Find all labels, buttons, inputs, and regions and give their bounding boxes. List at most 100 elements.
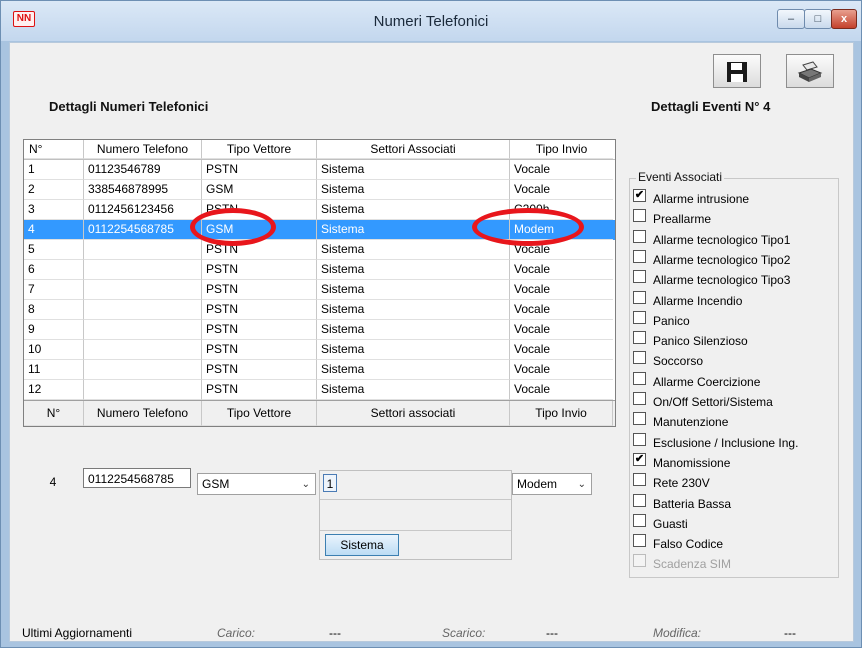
checkbox[interactable]: [633, 230, 646, 243]
col-header-invio[interactable]: Tipo Invio: [510, 140, 613, 159]
checkbox[interactable]: [633, 514, 646, 527]
cell-settori[interactable]: Sistema: [317, 160, 510, 180]
cell-invio[interactable]: Vocale: [510, 320, 613, 340]
cell-settori[interactable]: Sistema: [317, 240, 510, 260]
cell-number[interactable]: 7: [24, 280, 84, 300]
checkbox[interactable]: ✔: [633, 453, 646, 466]
cell-invio[interactable]: Vocale: [510, 180, 613, 200]
cell-invio[interactable]: Vocale: [510, 300, 613, 320]
title-bar[interactable]: NN Numeri Telefonici – □ x: [1, 1, 861, 41]
scarico-label: Scarico:: [442, 626, 486, 640]
checkbox[interactable]: [633, 392, 646, 405]
checkbox[interactable]: [633, 209, 646, 222]
cell-phone[interactable]: [84, 360, 202, 380]
cell-settori[interactable]: Sistema: [317, 300, 510, 320]
cell-settori[interactable]: Sistema: [317, 380, 510, 400]
cell-number[interactable]: 1: [24, 160, 84, 180]
modifica-label: Modifica:: [653, 626, 702, 640]
cell-phone[interactable]: [84, 320, 202, 340]
cell-vettore[interactable]: PSTN: [202, 280, 317, 300]
col-header-vettore[interactable]: Tipo Vettore: [202, 140, 317, 159]
cell-invio[interactable]: Vocale: [510, 280, 613, 300]
checkbox[interactable]: [633, 494, 646, 507]
table-row[interactable]: 12 PSTN Sistema Vocale: [24, 380, 615, 400]
cell-phone[interactable]: [84, 380, 202, 400]
cell-phone[interactable]: 338546878995: [84, 180, 202, 200]
cell-phone[interactable]: [84, 280, 202, 300]
col-header-settori[interactable]: Settori Associati: [317, 140, 510, 159]
cell-vettore[interactable]: GSM: [202, 180, 317, 200]
cell-settori[interactable]: Sistema: [317, 340, 510, 360]
invio-select[interactable]: Modem ⌄: [512, 473, 592, 495]
cell-invio[interactable]: Vocale: [510, 380, 613, 400]
cell-invio[interactable]: Vocale: [510, 160, 613, 180]
checkbox[interactable]: [633, 412, 646, 425]
cell-number[interactable]: 4: [24, 220, 84, 240]
cell-vettore[interactable]: PSTN: [202, 340, 317, 360]
col-header-phone[interactable]: Numero Telefono: [84, 140, 202, 159]
table-row[interactable]: 6 PSTN Sistema Vocale: [24, 260, 615, 280]
save-button[interactable]: [713, 54, 761, 88]
cell-number[interactable]: 9: [24, 320, 84, 340]
cell-phone[interactable]: 01123546789: [84, 160, 202, 180]
table-row[interactable]: 1 01123546789 PSTN Sistema Vocale: [24, 160, 615, 180]
checkbox[interactable]: [633, 534, 646, 547]
cell-phone[interactable]: 0112254568785: [84, 220, 202, 240]
cell-number[interactable]: 11: [24, 360, 84, 380]
cell-phone[interactable]: 0112456123456: [84, 200, 202, 220]
checkbox[interactable]: ✔: [633, 189, 646, 202]
sistema-button[interactable]: Sistema: [325, 534, 399, 556]
event-label: Esclusione / Inclusione Ing.: [653, 436, 799, 450]
checkbox[interactable]: [633, 270, 646, 283]
cell-phone[interactable]: [84, 240, 202, 260]
table-row[interactable]: 9 PSTN Sistema Vocale: [24, 320, 615, 340]
print-button[interactable]: [786, 54, 834, 88]
checkbox[interactable]: [633, 291, 646, 304]
cell-settori[interactable]: Sistema: [317, 260, 510, 280]
table-row[interactable]: 7 PSTN Sistema Vocale: [24, 280, 615, 300]
cell-phone[interactable]: [84, 340, 202, 360]
cell-vettore[interactable]: PSTN: [202, 160, 317, 180]
minimize-button[interactable]: –: [777, 9, 805, 29]
cell-number[interactable]: 10: [24, 340, 84, 360]
cell-vettore[interactable]: PSTN: [202, 360, 317, 380]
checkbox[interactable]: [633, 331, 646, 344]
close-button[interactable]: x: [831, 9, 857, 29]
table-row[interactable]: 8 PSTN Sistema Vocale: [24, 300, 615, 320]
settore-chip[interactable]: 1: [323, 474, 337, 492]
cell-number[interactable]: 3: [24, 200, 84, 220]
checkbox[interactable]: [633, 473, 646, 486]
vettore-select[interactable]: GSM ⌄: [197, 473, 316, 495]
cell-invio[interactable]: Vocale: [510, 360, 613, 380]
cell-settori[interactable]: Sistema: [317, 280, 510, 300]
cell-number[interactable]: 8: [24, 300, 84, 320]
table-row[interactable]: 10 PSTN Sistema Vocale: [24, 340, 615, 360]
cell-invio[interactable]: Vocale: [510, 260, 613, 280]
events-legend: Eventi Associati: [636, 170, 725, 184]
cell-number[interactable]: 6: [24, 260, 84, 280]
checkbox[interactable]: [633, 372, 646, 385]
cell-number[interactable]: 2: [24, 180, 84, 200]
col-header-number[interactable]: N°: [24, 140, 84, 159]
checkbox[interactable]: [633, 433, 646, 446]
phone-grid[interactable]: N° Numero Telefono Tipo Vettore Settori …: [23, 139, 616, 427]
cell-number[interactable]: 5: [24, 240, 84, 260]
cell-vettore[interactable]: PSTN: [202, 260, 317, 280]
cell-settori[interactable]: Sistema: [317, 180, 510, 200]
checkbox[interactable]: [633, 351, 646, 364]
table-row[interactable]: 2 338546878995 GSM Sistema Vocale: [24, 180, 615, 200]
cell-phone[interactable]: [84, 260, 202, 280]
cell-vettore[interactable]: PSTN: [202, 300, 317, 320]
table-row[interactable]: 11 PSTN Sistema Vocale: [24, 360, 615, 380]
cell-settori[interactable]: Sistema: [317, 320, 510, 340]
cell-number[interactable]: 12: [24, 380, 84, 400]
cell-settori[interactable]: Sistema: [317, 360, 510, 380]
phone-input[interactable]: 0112254568785: [83, 468, 191, 488]
maximize-button[interactable]: □: [804, 9, 832, 29]
cell-vettore[interactable]: PSTN: [202, 320, 317, 340]
cell-invio[interactable]: Vocale: [510, 340, 613, 360]
cell-vettore[interactable]: PSTN: [202, 380, 317, 400]
checkbox[interactable]: [633, 311, 646, 324]
cell-phone[interactable]: [84, 300, 202, 320]
checkbox[interactable]: [633, 250, 646, 263]
